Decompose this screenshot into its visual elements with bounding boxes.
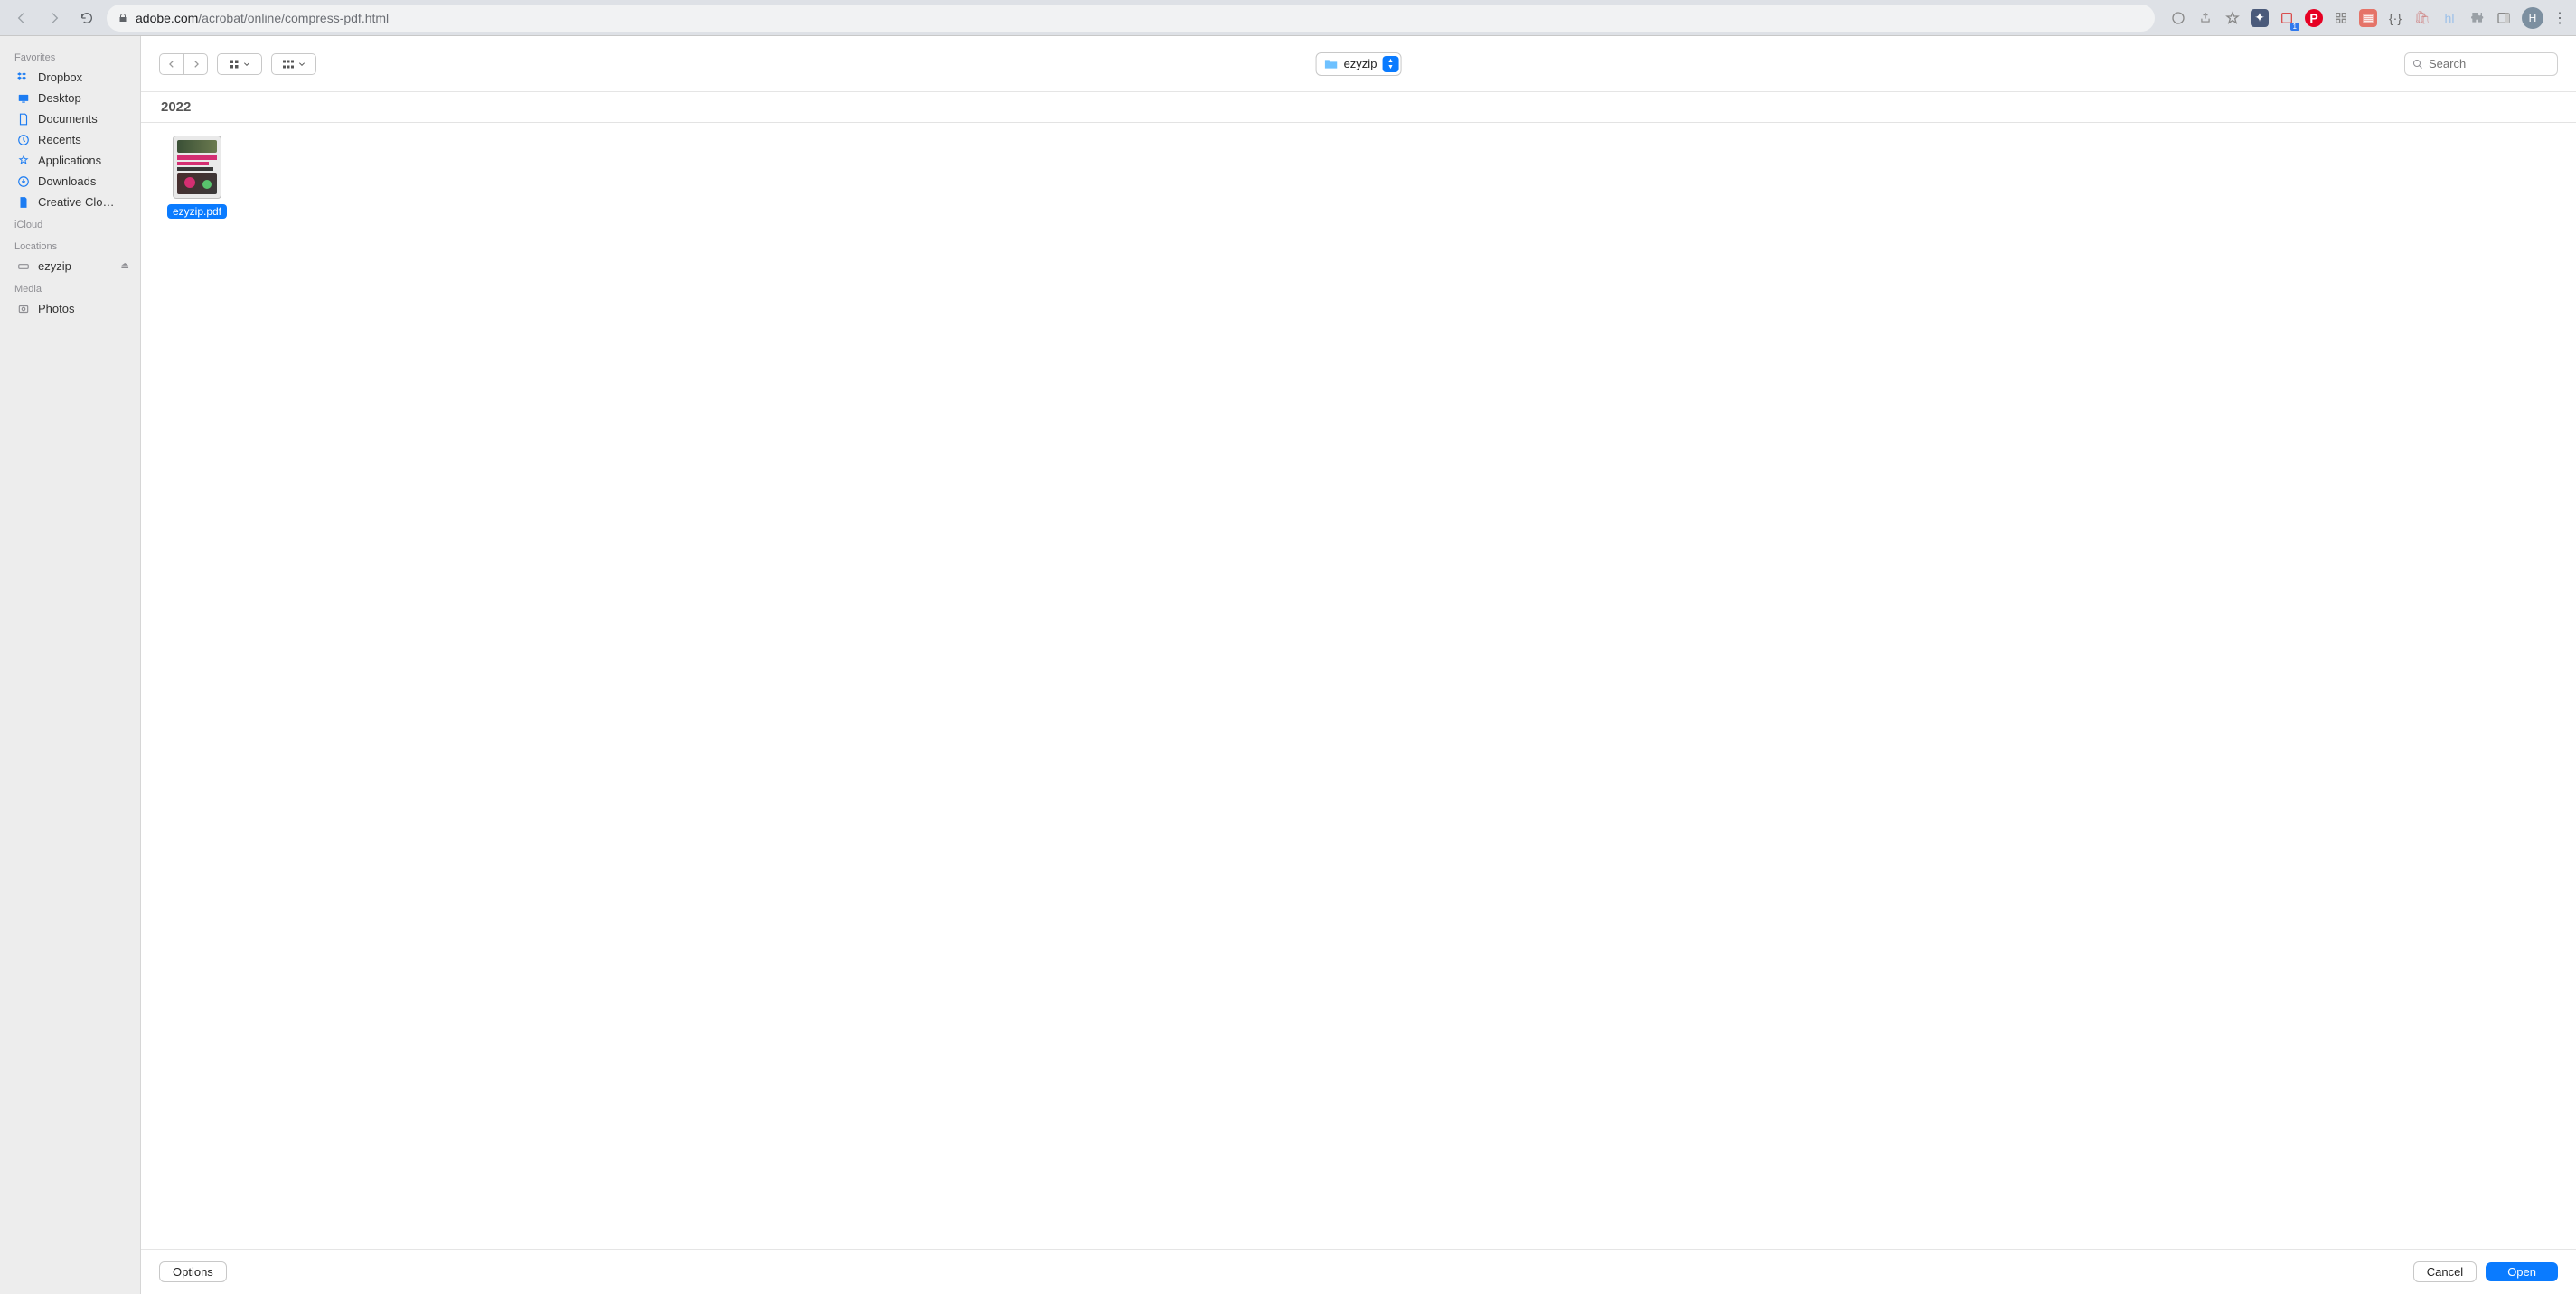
- dropbox-icon: [16, 71, 31, 84]
- extension-icon-2[interactable]: 1: [2278, 9, 2296, 27]
- extension-icon-4[interactable]: ▦: [2359, 9, 2377, 27]
- path-updown-icon: ▲▼: [1382, 56, 1398, 72]
- browser-toolbar: adobe.com/acrobat/online/compress-pdf.ht…: [0, 0, 2576, 36]
- group-icon: [282, 59, 295, 70]
- sidebar-section-locations: Locations: [0, 234, 140, 256]
- sidebar-item-downloads[interactable]: Downloads: [0, 171, 140, 192]
- group-mode-toggle[interactable]: [271, 53, 316, 75]
- sidebar-item-label: Desktop: [38, 91, 81, 105]
- file-open-dialog: Favorites Dropbox Desktop Documents Rece…: [0, 36, 2576, 1294]
- sidebar-section-media: Media: [0, 277, 140, 298]
- extension-icon-6[interactable]: 🛍: [2413, 9, 2431, 27]
- sidebar-item-recents[interactable]: Recents: [0, 129, 140, 150]
- view-mode-toggle[interactable]: [217, 53, 262, 75]
- extensions-puzzle-icon[interactable]: [2468, 9, 2486, 27]
- file-name-label: ezyzip.pdf: [167, 204, 227, 219]
- applications-icon: [16, 155, 31, 167]
- sidebar-item-label: Downloads: [38, 174, 96, 188]
- desktop-icon: [16, 92, 31, 105]
- nav-back-button[interactable]: [159, 53, 183, 75]
- browser-forward-button[interactable]: [42, 5, 67, 31]
- dialog-footer: Options Cancel Open: [141, 1249, 2576, 1294]
- sidebar-item-label: Photos: [38, 302, 74, 315]
- file-icon: [16, 196, 31, 209]
- url-text: adobe.com/acrobat/online/compress-pdf.ht…: [136, 11, 2144, 25]
- sidebar-item-documents[interactable]: Documents: [0, 108, 140, 129]
- sidepanel-icon[interactable]: [2495, 9, 2513, 27]
- file-item-ezyzip[interactable]: ezyzip.pdf: [161, 136, 233, 219]
- options-button[interactable]: Options: [159, 1261, 227, 1282]
- drive-icon: [16, 260, 31, 273]
- pinterest-icon[interactable]: P: [2305, 9, 2323, 27]
- sidebar: Favorites Dropbox Desktop Documents Rece…: [0, 36, 141, 1294]
- cancel-button[interactable]: Cancel: [2413, 1261, 2477, 1282]
- dialog-toolbar: ezyzip ▲▼: [141, 36, 2576, 92]
- sidebar-item-desktop[interactable]: Desktop: [0, 88, 140, 108]
- sidebar-item-creative-cloud[interactable]: Creative Clo…: [0, 192, 140, 212]
- search-input[interactable]: [2429, 57, 2576, 70]
- address-bar[interactable]: adobe.com/acrobat/online/compress-pdf.ht…: [107, 5, 2155, 32]
- sidebar-section-favorites: Favorites: [0, 45, 140, 67]
- search-field[interactable]: [2404, 52, 2558, 76]
- sidebar-item-label: Creative Clo…: [38, 195, 115, 209]
- folder-icon: [1324, 59, 1339, 70]
- documents-icon: [16, 113, 31, 126]
- main-panel: ezyzip ▲▼ 2022: [141, 36, 2576, 1294]
- bookmark-star-icon[interactable]: [2223, 9, 2242, 27]
- profile-avatar[interactable]: H: [2522, 7, 2543, 29]
- sidebar-item-label: Dropbox: [38, 70, 82, 84]
- path-selector[interactable]: ezyzip ▲▼: [1316, 52, 1402, 76]
- google-icon[interactable]: [2169, 9, 2187, 27]
- sidebar-item-label: Recents: [38, 133, 81, 146]
- path-label: ezyzip: [1344, 57, 1377, 70]
- sidebar-item-ezyzip[interactable]: ezyzip ⏏: [0, 256, 140, 277]
- browser-reload-button[interactable]: [74, 5, 99, 31]
- extension-icon-1[interactable]: ✦: [2251, 9, 2269, 27]
- share-icon[interactable]: [2196, 9, 2214, 27]
- sidebar-section-icloud: iCloud: [0, 212, 140, 234]
- nav-forward-button[interactable]: [183, 53, 208, 75]
- sidebar-item-dropbox[interactable]: Dropbox: [0, 67, 140, 88]
- group-header: 2022: [141, 92, 2576, 123]
- sidebar-item-applications[interactable]: Applications: [0, 150, 140, 171]
- sidebar-item-label: Applications: [38, 154, 101, 167]
- browser-menu-icon[interactable]: ⋮: [2552, 9, 2567, 27]
- sidebar-item-photos[interactable]: Photos: [0, 298, 140, 319]
- browser-back-button[interactable]: [9, 5, 34, 31]
- chevron-down-icon: [298, 61, 306, 68]
- search-icon: [2412, 59, 2423, 70]
- sidebar-item-label: ezyzip: [38, 259, 71, 273]
- recents-icon: [16, 134, 31, 146]
- file-thumbnail: [173, 136, 221, 199]
- extension-icon-5[interactable]: {·}: [2386, 9, 2404, 27]
- eject-icon[interactable]: ⏏: [121, 261, 129, 271]
- photos-icon: [16, 303, 31, 315]
- extensions-area: ✦ 1 P ▦ {·} 🛍 hl H ⋮: [2169, 7, 2567, 29]
- chevron-down-icon: [243, 61, 250, 68]
- open-button[interactable]: Open: [2486, 1262, 2558, 1281]
- extension-icon-7[interactable]: hl: [2440, 9, 2458, 27]
- extension-icon-3[interactable]: [2332, 9, 2350, 27]
- grid-icon: [229, 59, 240, 70]
- lock-icon: [118, 13, 128, 23]
- file-grid[interactable]: ezyzip.pdf: [141, 123, 2576, 1249]
- downloads-icon: [16, 175, 31, 188]
- sidebar-item-label: Documents: [38, 112, 98, 126]
